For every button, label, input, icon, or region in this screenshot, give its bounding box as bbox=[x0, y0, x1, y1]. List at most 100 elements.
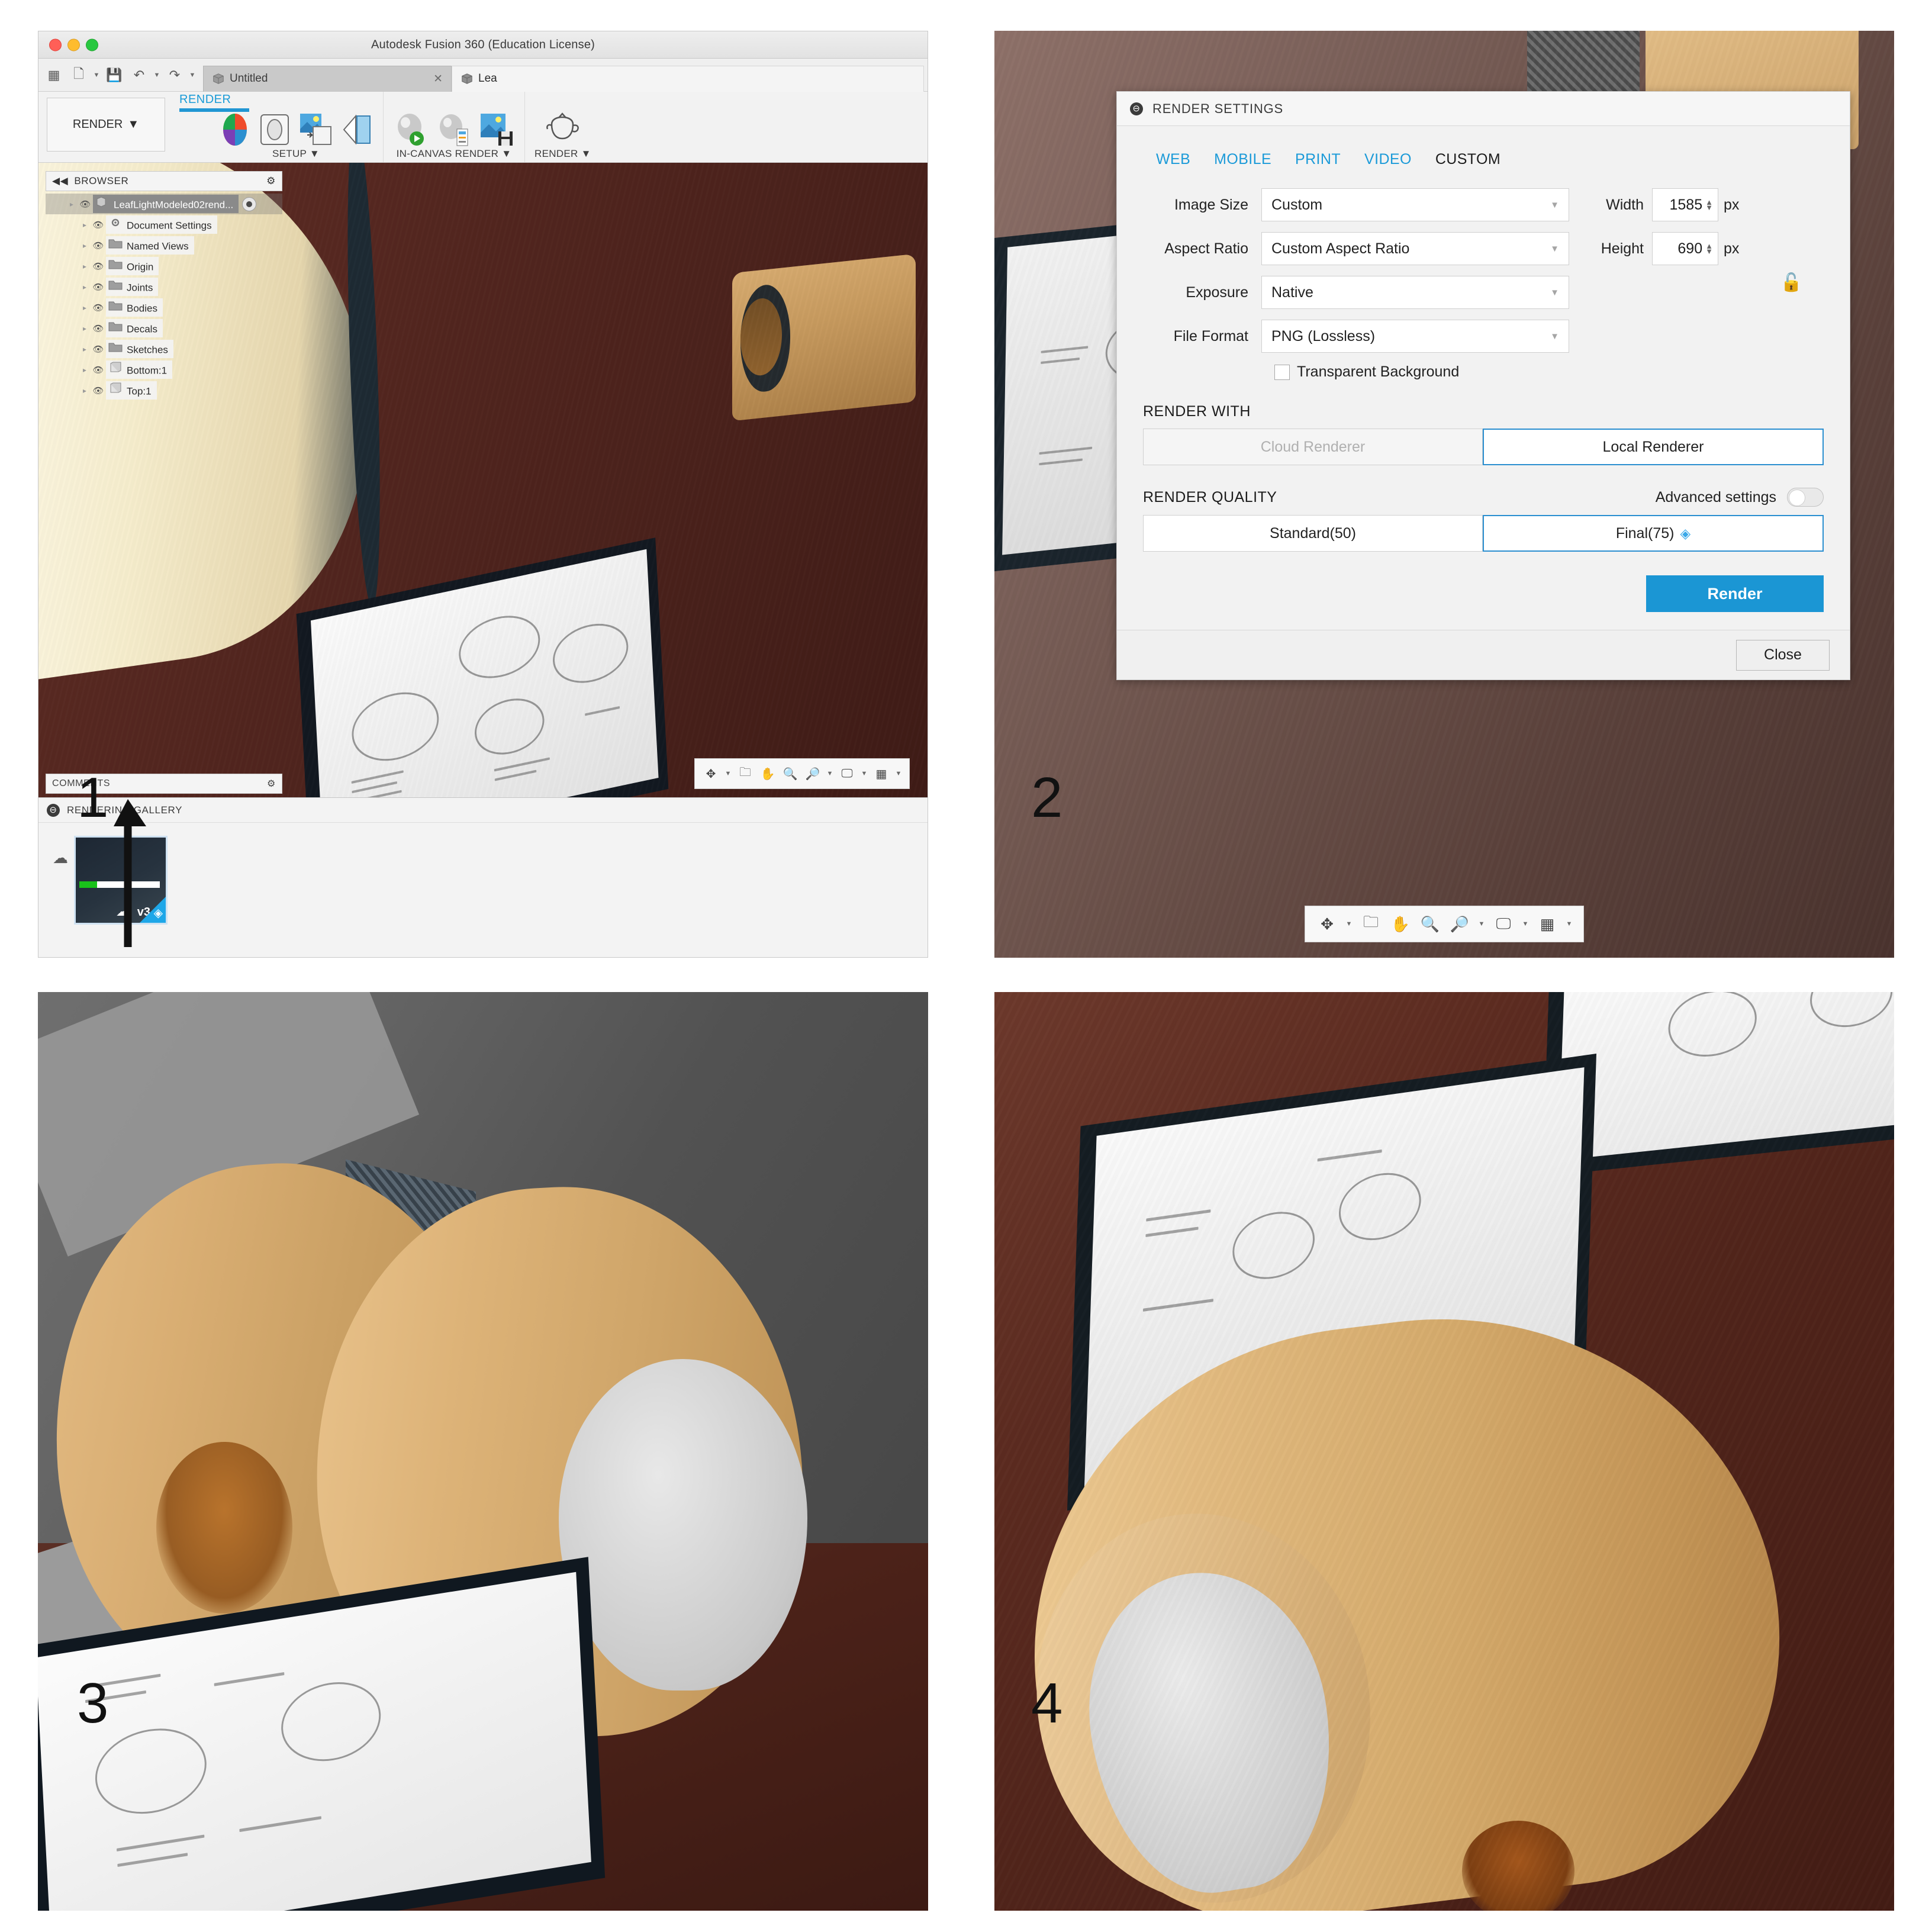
in-canvas-render-settings-icon[interactable] bbox=[436, 111, 472, 148]
pan-icon[interactable]: ✋ bbox=[758, 764, 778, 784]
display-caret-icon[interactable]: ▼ bbox=[859, 770, 869, 777]
browser-tree-row[interactable]: ▸ 👁 Decals bbox=[46, 318, 282, 339]
browser-tree-row[interactable]: ▸ 👁 Origin bbox=[46, 256, 282, 276]
orbit-icon[interactable]: ✥ bbox=[701, 764, 721, 784]
browser-tree-row[interactable]: ▸ 👁 LeafLightModeled02rend... bbox=[46, 194, 282, 214]
comments-settings-icon[interactable]: ⚙ bbox=[267, 778, 276, 790]
zoom-icon[interactable]: 🔍 bbox=[1418, 912, 1442, 936]
texture-map-controls-icon[interactable] bbox=[340, 111, 373, 148]
undo-icon[interactable]: ↶ bbox=[127, 63, 151, 87]
expand-twisty-icon[interactable]: ▸ bbox=[79, 283, 91, 291]
expand-twisty-icon[interactable]: ▸ bbox=[79, 366, 91, 374]
zoom-window-icon[interactable]: 🔎 bbox=[803, 764, 823, 784]
visibility-eye-icon[interactable]: 👁 bbox=[91, 344, 106, 355]
ribbon-tab-render[interactable]: RENDER bbox=[179, 93, 231, 107]
redo-icon[interactable]: ↷ bbox=[163, 63, 186, 87]
grid-caret-icon[interactable]: ▼ bbox=[1564, 920, 1574, 928]
save-icon[interactable]: 💾 bbox=[102, 63, 126, 87]
visibility-eye-icon[interactable]: 👁 bbox=[91, 385, 106, 396]
display-settings-icon[interactable]: 🖵 bbox=[1491, 912, 1516, 936]
display-caret-icon[interactable]: ▼ bbox=[1521, 920, 1530, 928]
display-settings-icon[interactable]: 🖵 bbox=[837, 764, 857, 784]
new-file-caret-icon[interactable]: ▼ bbox=[92, 72, 101, 79]
expand-twisty-icon[interactable]: ▸ bbox=[79, 304, 91, 312]
aspect-ratio-select[interactable]: Custom Aspect Ratio ▼ bbox=[1261, 232, 1569, 265]
stepper-icon[interactable]: ▲ ▼ bbox=[1705, 198, 1713, 211]
preset-tab-web[interactable]: WEB bbox=[1156, 151, 1190, 168]
unlocked-icon[interactable]: 🔓 bbox=[1780, 272, 1802, 293]
file-format-select[interactable]: PNG (Lossless) ▼ bbox=[1261, 320, 1569, 353]
grid-snaps-icon[interactable]: ▦ bbox=[1535, 912, 1560, 936]
zoom-icon[interactable]: 🔍 bbox=[780, 764, 800, 784]
visibility-eye-icon[interactable]: 👁 bbox=[91, 240, 106, 251]
document-tab-untitled[interactable]: Untitled ✕ bbox=[203, 65, 452, 92]
browser-settings-icon[interactable]: ⚙ bbox=[266, 175, 276, 187]
render-teapot-icon[interactable] bbox=[543, 111, 582, 148]
close-button[interactable]: Close bbox=[1736, 639, 1830, 671]
browser-tree-row[interactable]: ▸ 👁 Document Settings bbox=[46, 214, 282, 235]
grid-icon[interactable]: ▦ bbox=[42, 63, 66, 87]
new-file-icon[interactable]: 🗋 bbox=[67, 63, 91, 87]
height-input[interactable]: 690 ▲ ▼ bbox=[1652, 232, 1718, 265]
width-input[interactable]: 1585 ▲ ▼ bbox=[1652, 188, 1718, 221]
zoom-window-icon[interactable]: 🔎 bbox=[1447, 912, 1472, 936]
stepper-icon[interactable]: ▲ ▼ bbox=[1705, 242, 1713, 255]
preset-tab-print[interactable]: PRINT bbox=[1295, 151, 1341, 168]
image-size-select[interactable]: Custom ▼ bbox=[1261, 188, 1569, 221]
collapse-gallery-icon[interactable]: ⊖ bbox=[47, 803, 60, 817]
render-button[interactable]: Render bbox=[1646, 575, 1824, 612]
collapse-dialog-icon[interactable]: ⊖ bbox=[1130, 102, 1143, 115]
preset-tab-mobile[interactable]: MOBILE bbox=[1214, 151, 1271, 168]
document-tab-leaf[interactable]: Lea bbox=[452, 65, 924, 92]
transparent-background-row[interactable]: Transparent Background bbox=[1274, 363, 1824, 381]
browser-tree-row[interactable]: ▸ 👁 Sketches bbox=[46, 339, 282, 359]
activate-component-radio[interactable] bbox=[242, 197, 257, 211]
visibility-eye-icon[interactable]: 👁 bbox=[91, 282, 106, 292]
expand-twisty-icon[interactable]: ▸ bbox=[79, 345, 91, 353]
advanced-settings-toggle-group[interactable]: Advanced settings bbox=[1656, 488, 1824, 507]
pan-icon[interactable]: ✋ bbox=[1388, 912, 1413, 936]
browser-tree-row[interactable]: ▸ 👁 Bottom:1 bbox=[46, 359, 282, 380]
viewport-3d[interactable]: ◀◀ BROWSER ⚙ ▸ 👁 LeafLightModeled02rend...… bbox=[38, 163, 928, 797]
close-tab-icon[interactable]: ✕ bbox=[433, 72, 443, 86]
zoom-caret-icon[interactable]: ▼ bbox=[825, 770, 835, 777]
workspace-switcher-button[interactable]: RENDER ▼ bbox=[47, 98, 165, 152]
transparent-background-checkbox[interactable] bbox=[1274, 364, 1290, 380]
browser-tree-row[interactable]: ▸ 👁 Bodies bbox=[46, 297, 282, 318]
visibility-eye-icon[interactable]: 👁 bbox=[91, 220, 106, 230]
expand-twisty-icon[interactable]: ▸ bbox=[79, 324, 91, 333]
grid-caret-icon[interactable]: ▼ bbox=[894, 770, 903, 777]
grid-snaps-icon[interactable]: ▦ bbox=[871, 764, 891, 784]
standard-quality-button[interactable]: Standard(50) bbox=[1143, 515, 1483, 552]
collapse-browser-icon[interactable]: ◀◀ bbox=[52, 175, 68, 187]
visibility-eye-icon[interactable]: 👁 bbox=[91, 261, 106, 272]
orbit-caret-icon[interactable]: ▼ bbox=[723, 770, 733, 777]
visibility-eye-icon[interactable]: 👁 bbox=[91, 323, 106, 334]
local-renderer-button[interactable]: Local Renderer bbox=[1483, 429, 1824, 465]
browser-tree-row[interactable]: ▸ 👁 Top:1 bbox=[46, 380, 282, 401]
rendering-gallery-header[interactable]: ⊖ RENDERING GALLERY bbox=[38, 798, 928, 823]
look-at-icon[interactable]: 🗀 bbox=[1358, 912, 1383, 936]
appearance-icon[interactable] bbox=[218, 111, 252, 148]
exposure-select[interactable]: Native ▼ bbox=[1261, 276, 1569, 309]
in-canvas-render-icon[interactable] bbox=[393, 111, 430, 148]
preset-tab-custom[interactable]: CUSTOM bbox=[1435, 151, 1500, 168]
decal-icon[interactable] bbox=[298, 111, 334, 148]
visibility-eye-icon[interactable]: 👁 bbox=[91, 302, 106, 313]
expand-twisty-icon[interactable]: ▸ bbox=[79, 242, 91, 250]
expand-twisty-icon[interactable]: ▸ bbox=[79, 221, 91, 229]
expand-twisty-icon[interactable]: ▸ bbox=[79, 387, 91, 395]
undo-caret-icon[interactable]: ▼ bbox=[152, 72, 162, 79]
orbit-icon[interactable]: ✥ bbox=[1315, 912, 1339, 936]
zoom-caret-icon[interactable]: ▼ bbox=[1477, 920, 1486, 928]
visibility-eye-icon[interactable]: 👁 bbox=[91, 365, 106, 375]
advanced-settings-toggle[interactable] bbox=[1787, 488, 1824, 507]
capture-image-icon[interactable] bbox=[478, 111, 515, 148]
scene-settings-icon[interactable] bbox=[257, 111, 292, 148]
preset-tab-video[interactable]: VIDEO bbox=[1364, 151, 1412, 168]
browser-tree-row[interactable]: ▸ 👁 Named Views bbox=[46, 235, 282, 256]
look-at-icon[interactable]: 🗀 bbox=[735, 764, 755, 784]
cloud-renderer-button[interactable]: Cloud Renderer bbox=[1143, 429, 1483, 465]
expand-twisty-icon[interactable]: ▸ bbox=[79, 262, 91, 271]
expand-twisty-icon[interactable]: ▸ bbox=[66, 200, 78, 208]
